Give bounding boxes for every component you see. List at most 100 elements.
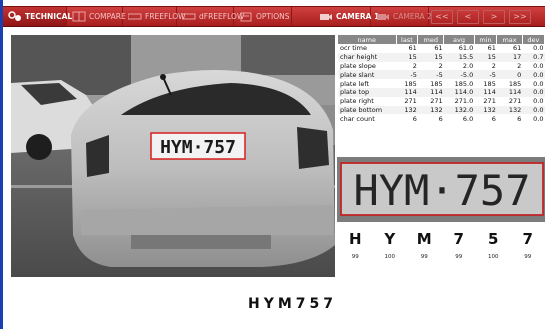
camera-icon bbox=[319, 11, 333, 22]
nav-first-button[interactable]: << bbox=[431, 9, 453, 24]
stat-max: 132 bbox=[496, 105, 523, 115]
freeflow-icon bbox=[128, 11, 142, 22]
plate-crop-text: HYM·757 bbox=[353, 166, 530, 215]
stat-med: 15 bbox=[417, 52, 444, 62]
camera2-tab[interactable]: CAMERA 2 bbox=[371, 7, 432, 26]
stat-max: 17 bbox=[496, 52, 523, 62]
compare-icon bbox=[72, 11, 86, 22]
column-header-last: last bbox=[396, 35, 419, 44]
recognized-char: 7 bbox=[453, 230, 464, 248]
stat-last: 271 bbox=[396, 96, 418, 106]
stat-dev: 0.0 bbox=[522, 105, 545, 115]
stat-min: 132 bbox=[474, 105, 497, 115]
dfreeflow-tab[interactable]: dFREEFLOW bbox=[177, 7, 244, 26]
recognized-char: H bbox=[348, 230, 362, 248]
stat-last: 15 bbox=[396, 52, 418, 62]
stat-last: 2 bbox=[396, 61, 418, 71]
recognized-char: 7 bbox=[522, 230, 533, 248]
plate-crop-svg: HYM·757 bbox=[337, 157, 545, 222]
stat-avg: 6.0 bbox=[443, 114, 475, 124]
stat-dev: 0.0 bbox=[522, 114, 545, 124]
stat-last: 6 bbox=[396, 114, 418, 124]
recognized-char: M bbox=[416, 230, 432, 248]
table-row: plate slant -5 -5 -5.0 -5 0 0.0 bbox=[338, 70, 545, 80]
stat-dev: 0.0 bbox=[522, 44, 545, 53]
stat-name: plate left bbox=[338, 79, 396, 88]
camera1-tab[interactable]: CAMERA 1 bbox=[314, 7, 379, 26]
character-row: H Y M 7 5 7 bbox=[338, 230, 545, 248]
nav-next-button[interactable]: > bbox=[483, 9, 505, 24]
stat-last: 132 bbox=[396, 105, 418, 115]
camera-icon bbox=[376, 11, 390, 22]
nav-prev-button[interactable]: < bbox=[457, 9, 479, 24]
column-header-name: name bbox=[338, 35, 397, 44]
table-row: plate top 114 114 114.0 114 114 0.0 bbox=[338, 87, 545, 97]
stat-name: plate top bbox=[338, 87, 396, 97]
window-left-border bbox=[0, 0, 3, 329]
technical-icon bbox=[8, 11, 22, 22]
column-header-avg: avg bbox=[443, 35, 475, 44]
stat-last: 114 bbox=[396, 87, 418, 97]
stat-dev: 0.0 bbox=[522, 96, 545, 106]
stat-avg: 271.0 bbox=[443, 96, 475, 106]
table-row: plate slope 2 2 2.0 2 2 0.0 bbox=[338, 61, 545, 71]
stat-avg: 2.0 bbox=[443, 61, 475, 71]
stat-avg: -5.0 bbox=[443, 70, 475, 80]
compare-tab[interactable]: COMPARE bbox=[67, 7, 126, 26]
stat-avg: 114.0 bbox=[443, 87, 475, 97]
camera-view[interactable]: HYM·757 bbox=[11, 35, 335, 277]
stat-name: char count bbox=[338, 114, 396, 124]
technical-tab[interactable]: TECHNICAL bbox=[3, 7, 72, 26]
stat-dev: 0.7 bbox=[522, 52, 545, 62]
table-row: char count 6 6 6.0 6 6 0.0 bbox=[338, 114, 545, 124]
recognized-char: 5 bbox=[488, 230, 499, 248]
table-row: ocr time 61 61 61.0 61 61 0.0 bbox=[338, 44, 545, 53]
stat-name: plate bottom bbox=[338, 105, 396, 115]
toolbar: TECHNICAL COMPARE FREEFLOW dFREEFLOW OPT… bbox=[3, 6, 545, 27]
stat-max: 114 bbox=[496, 87, 523, 97]
stat-last: -5 bbox=[396, 70, 418, 80]
stat-name: ocr time bbox=[338, 44, 396, 53]
column-header-dev: dev bbox=[522, 35, 545, 44]
camera2-label: CAMERA 2 bbox=[393, 12, 432, 21]
stat-avg: 185.0 bbox=[443, 79, 475, 88]
stat-dev: 0.0 bbox=[522, 79, 545, 88]
plate-crop-image: HYM·757 bbox=[337, 157, 545, 222]
char-confidence: 99 bbox=[455, 254, 463, 260]
stat-avg: 132.0 bbox=[443, 105, 475, 115]
character-results: H Y M 7 5 7 99 100 99 99 100 99 bbox=[338, 230, 545, 260]
column-header-min: min bbox=[474, 35, 498, 44]
stat-max: 6 bbox=[496, 114, 523, 124]
options-label: OPTIONS bbox=[256, 12, 290, 21]
dfreeflow-icon bbox=[182, 11, 196, 22]
freeflow-tab[interactable]: FREEFLOW bbox=[123, 7, 186, 26]
stat-max: 271 bbox=[496, 96, 523, 106]
stat-avg: 61.0 bbox=[443, 44, 475, 53]
compare-label: COMPARE bbox=[89, 12, 126, 21]
stat-med: 61 bbox=[417, 44, 444, 53]
stats-header-row: name last med avg min max dev bbox=[338, 35, 545, 44]
stat-med: 114 bbox=[417, 87, 444, 97]
stat-min: 185 bbox=[474, 79, 497, 88]
char-confidence: 100 bbox=[384, 254, 396, 260]
stat-name: plate slant bbox=[338, 70, 396, 80]
column-header-med: med bbox=[417, 35, 445, 44]
options-tab[interactable]: OPTIONS bbox=[234, 7, 292, 26]
camera-plate-text: HYM·757 bbox=[160, 137, 236, 158]
stat-med: 185 bbox=[417, 79, 444, 88]
stat-dev: 0.0 bbox=[522, 61, 545, 71]
options-icon bbox=[239, 11, 253, 22]
stat-max: 61 bbox=[496, 44, 523, 53]
stat-max: 185 bbox=[496, 79, 523, 88]
table-row: plate bottom 132 132 132.0 132 132 0.0 bbox=[338, 105, 545, 115]
stat-name: plate slope bbox=[338, 61, 396, 71]
table-row: plate right 271 271 271.0 271 271 0.0 bbox=[338, 96, 545, 106]
stats-table: name last med avg min max dev ocr time 6… bbox=[338, 35, 545, 124]
nav-last-button[interactable]: >> bbox=[509, 9, 531, 24]
char-confidence: 99 bbox=[420, 254, 428, 260]
stat-max: 2 bbox=[496, 61, 523, 71]
stat-med: 132 bbox=[417, 105, 444, 115]
stat-med: 271 bbox=[417, 96, 444, 106]
plate-result-text: HYM757 bbox=[247, 296, 337, 312]
stat-avg: 15.5 bbox=[443, 52, 475, 62]
